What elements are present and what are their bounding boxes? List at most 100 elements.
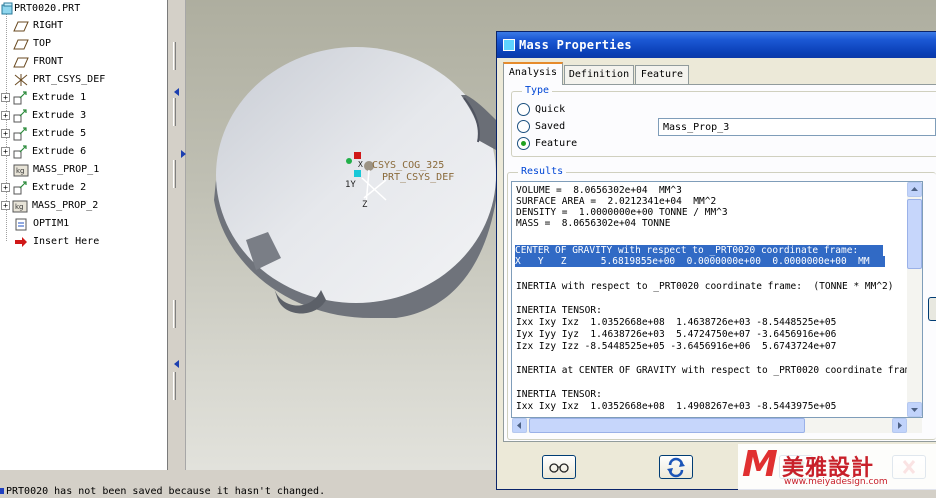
dialog-app-icon <box>503 39 515 51</box>
model-tree[interactable]: PRT0020.PRT RIGHT TOP FRONT PRT_CSYS_DEF… <box>0 0 168 470</box>
tree-item-label: PRT_CSYS_DEF <box>33 74 106 85</box>
tab-analysis[interactable]: Analysis <box>503 62 563 85</box>
extrude-icon <box>12 90 28 105</box>
tree-item-extrude-5[interactable]: + Extrude 5 <box>0 125 168 142</box>
scroll-thumb[interactable] <box>907 199 922 269</box>
datum-plane-icon <box>13 55 29 69</box>
expand-toggle[interactable]: + <box>1 93 10 102</box>
result-line: SURFACE AREA = 2.0212341e+04 MM^2 <box>516 196 717 207</box>
tree-item-prt-csys-def[interactable]: PRT_CSYS_DEF <box>0 71 168 88</box>
results-vertical-scrollbar[interactable] <box>907 182 922 417</box>
watermark-logo-letter: M <box>742 444 778 485</box>
csys-cog-label: CSYS_COG_325 <box>372 160 445 171</box>
insert-arrow-icon <box>13 235 29 249</box>
radio-button-selected[interactable] <box>517 137 530 150</box>
scroll-up-button[interactable] <box>907 182 922 197</box>
result-line-selected[interactable]: CENTER OF GRAVITY with respect to _PRT00… <box>515 245 883 256</box>
result-line: INERTIA TENSOR: <box>516 305 602 316</box>
collapse-left-icon[interactable] <box>174 88 179 96</box>
dialog-titlebar[interactable]: Mass Properties <box>497 32 936 58</box>
optimization-icon <box>13 217 29 231</box>
scroll-right-button[interactable] <box>892 418 907 433</box>
tree-item-label: Extrude 6 <box>32 146 87 157</box>
glasses-icon <box>549 463 569 473</box>
expand-toggle[interactable]: + <box>1 111 10 120</box>
result-line: INERTIA TENSOR: <box>516 389 602 400</box>
splitter-grip <box>173 300 176 328</box>
expand-toggle[interactable]: + <box>1 147 10 156</box>
tree-item-label: Insert Here <box>33 236 100 247</box>
tree-item-extrude-2[interactable]: + Extrude 2 <box>0 179 168 196</box>
extrude-icon <box>12 108 28 123</box>
tree-item-label: Extrude 5 <box>32 128 87 139</box>
radio-saved[interactable]: Saved <box>517 120 565 133</box>
watermark-logo: M 美雅設計 www.meiyadesign.com <box>738 444 936 490</box>
result-line: INERTIA with respect to _PRT0020 coordin… <box>516 281 894 292</box>
radio-label: Quick <box>535 104 566 115</box>
scroll-down-button[interactable] <box>907 402 922 417</box>
radio-label: Saved <box>535 121 566 132</box>
tree-root-label: PRT0020.PRT <box>14 3 81 14</box>
result-line: Ixx Ixy Ixz 1.0352668e+08 1.4908267e+03 … <box>516 401 837 412</box>
expand-toggle[interactable]: + <box>1 129 10 138</box>
radio-quick[interactable]: Quick <box>517 103 565 116</box>
expand-toggle[interactable]: + <box>1 201 10 210</box>
tree-item-mass-prop-1[interactable]: kg MASS_PROP_1 <box>0 161 168 178</box>
tree-item-mass-prop-2[interactable]: + kg MASS_PROP_2 <box>0 197 168 214</box>
result-line: Ixx Ixy Ixz 1.0352668e+08 1.4638726e+03 … <box>516 317 837 328</box>
repaint-button[interactable] <box>659 455 693 479</box>
preview-button[interactable] <box>542 455 576 479</box>
csys-def-label: PRT_CSYS_DEF <box>382 172 455 183</box>
side-button[interactable] <box>928 297 936 321</box>
dialog-title: Mass Properties <box>519 38 632 52</box>
saved-name-input[interactable] <box>658 118 936 136</box>
collapse-left-icon[interactable] <box>174 360 179 368</box>
result-line: MASS = 8.0656302e+04 TONNE <box>516 218 671 229</box>
watermark-url: www.meiyadesign.com <box>784 477 888 487</box>
tree-item-extrude-3[interactable]: + Extrude 3 <box>0 107 168 124</box>
type-group-label: Type <box>522 85 553 96</box>
splitter-grip <box>173 42 176 70</box>
tree-item-top[interactable]: TOP <box>0 35 168 52</box>
tree-item-label: RIGHT <box>33 20 64 31</box>
message-bullet-icon <box>0 488 4 494</box>
csys-icon <box>13 73 29 87</box>
tree-item-extrude-6[interactable]: + Extrude 6 <box>0 143 168 160</box>
radio-button[interactable] <box>517 103 530 116</box>
datum-plane-icon <box>13 37 29 51</box>
tree-root[interactable]: PRT0020.PRT <box>0 0 168 17</box>
radio-feature[interactable]: Feature <box>517 137 577 150</box>
splitter-grip <box>173 372 176 400</box>
tree-item-extrude-1[interactable]: + Extrude 1 <box>0 89 168 106</box>
expand-toggle[interactable]: + <box>1 183 10 192</box>
result-line: DENSITY = 1.0000000e+00 TONNE / MM^3 <box>516 207 728 218</box>
scroll-left-button[interactable] <box>512 418 527 433</box>
extrude-icon <box>12 126 28 141</box>
result-line: Iyx Iyy Iyz 1.4638726e+03 5.4724750e+07 … <box>516 329 837 340</box>
splitter-grip <box>173 98 176 126</box>
status-message: PRT0020 has not been saved because it ha… <box>6 486 326 497</box>
tree-item-front[interactable]: FRONT <box>0 53 168 70</box>
results-horizontal-scrollbar[interactable] <box>512 418 922 433</box>
tree-item-label: Extrude 3 <box>32 110 87 121</box>
scroll-thumb[interactable] <box>529 418 805 433</box>
radio-button[interactable] <box>517 120 530 133</box>
tree-item-label: MASS_PROP_2 <box>32 200 99 211</box>
refresh-icon <box>667 457 685 478</box>
tab-definition[interactable]: Definition <box>564 65 634 84</box>
svg-text:kg: kg <box>16 167 25 175</box>
cog-marker <box>354 152 361 159</box>
tab-feature[interactable]: Feature <box>635 65 689 84</box>
panel-splitter[interactable] <box>168 0 186 470</box>
tree-item-right[interactable]: RIGHT <box>0 17 168 34</box>
tree-item-label: OPTIM1 <box>33 218 70 229</box>
datum-plane-icon <box>13 19 29 33</box>
result-line: INERTIA at CENTER OF GRAVITY with respec… <box>516 365 923 376</box>
tree-item-label: MASS_PROP_1 <box>33 164 100 175</box>
tree-item-label: Extrude 1 <box>32 92 87 103</box>
radio-label: Feature <box>535 138 578 149</box>
result-line-selected[interactable]: X Y Z 5.6819855e+00 0.0000000e+00 0.0000… <box>515 256 885 267</box>
tree-item-optim1[interactable]: OPTIM1 <box>0 215 168 232</box>
tree-item-insert-here[interactable]: Insert Here <box>0 233 168 250</box>
results-text-area[interactable]: VOLUME = 8.0656302e+04 MM^3 SURFACE AREA… <box>511 181 923 418</box>
